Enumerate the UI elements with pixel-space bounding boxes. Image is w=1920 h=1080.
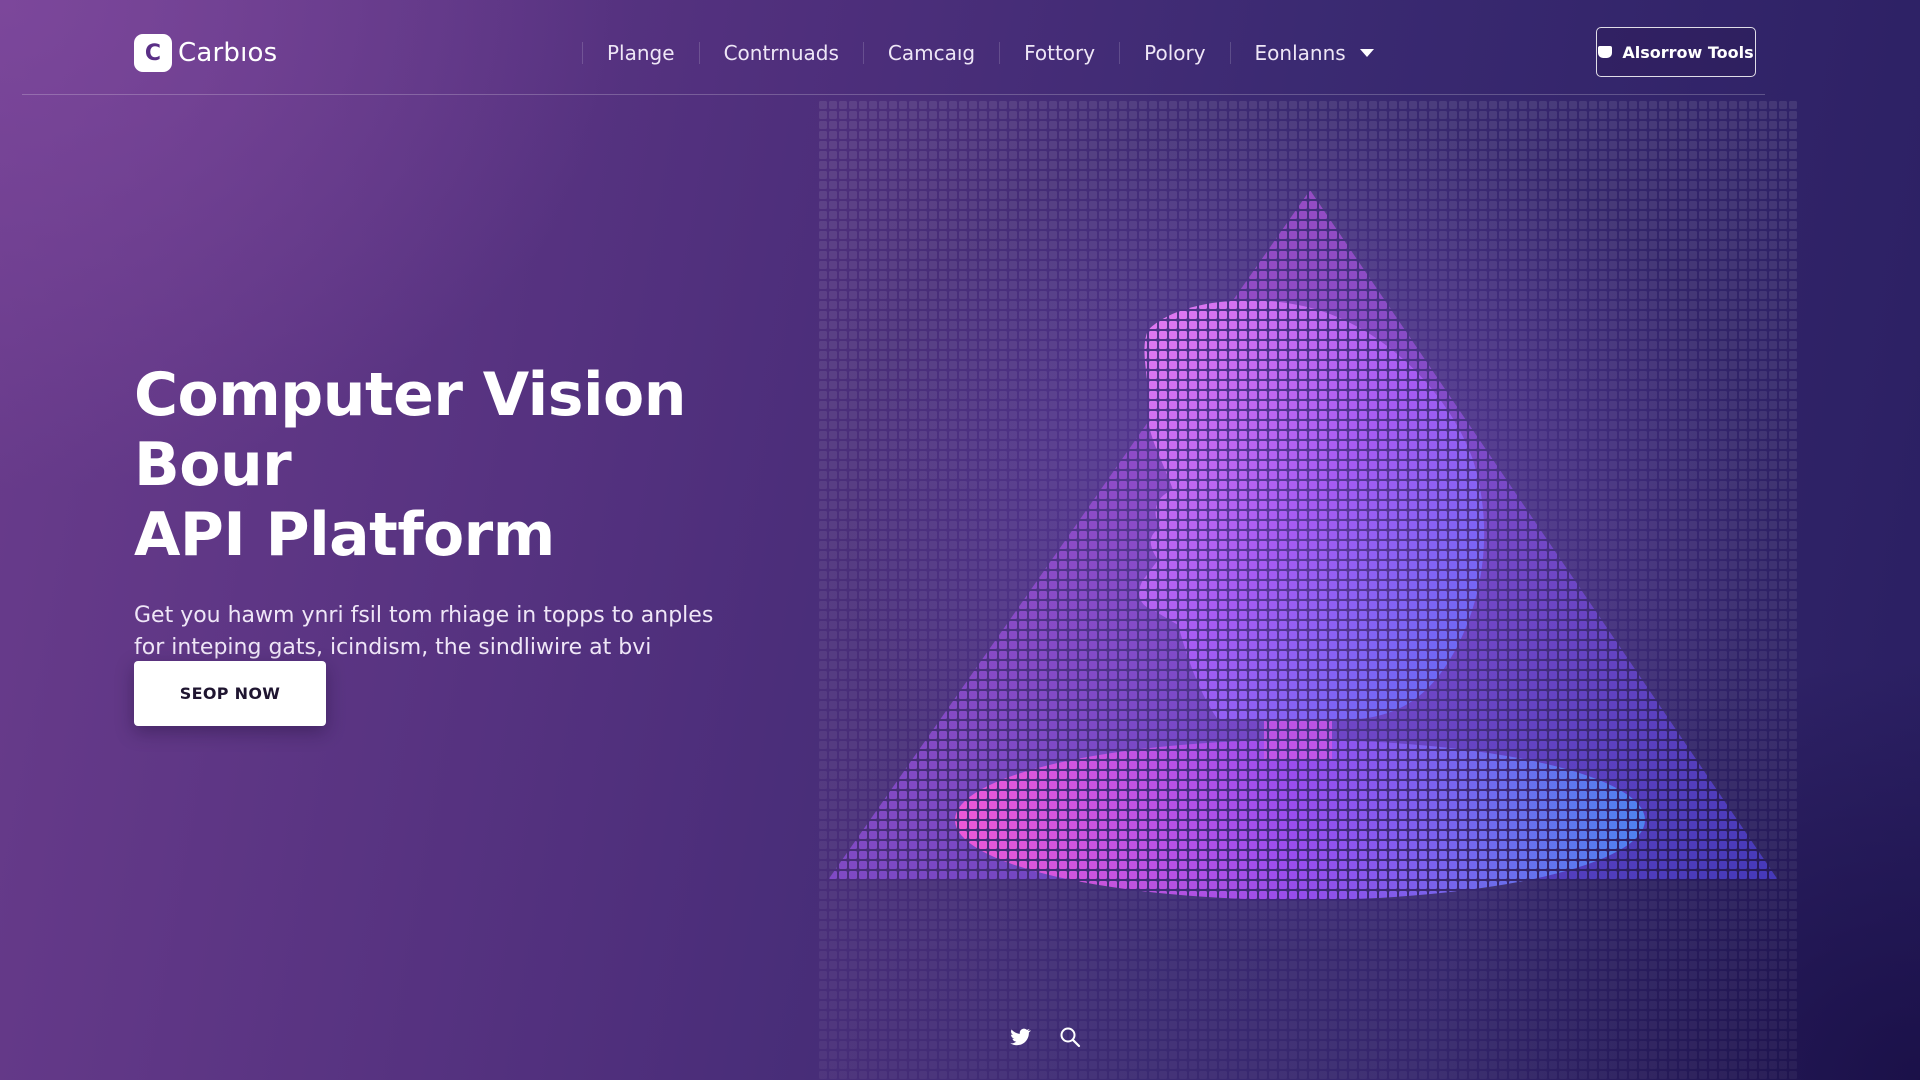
- shop-now-button[interactable]: SEOP NOW: [134, 661, 326, 726]
- brand-name: Carbıos: [178, 38, 278, 68]
- nav-item-plange[interactable]: Plange: [582, 42, 699, 64]
- pixelated-head-illustration: [818, 100, 1798, 1080]
- hero-title-line2: API Platform: [134, 500, 555, 570]
- chevron-down-icon: [1359, 49, 1374, 57]
- brand-logo[interactable]: C Carbıos: [134, 34, 277, 72]
- base-disc: [955, 740, 1645, 900]
- tools-button-label: Alsorrow Tools: [1622, 42, 1754, 62]
- nav-item-eonlanns-label: Eonlanns: [1254, 41, 1346, 65]
- nav-item-contrnuads[interactable]: Contrnuads: [698, 42, 863, 64]
- logo-mark-icon: C: [134, 34, 172, 72]
- search-icon[interactable]: [1058, 1025, 1082, 1049]
- hero-title: Computer Vision Bour API Platform: [134, 360, 834, 570]
- footer-icons: [1008, 1025, 1082, 1049]
- shield-icon: [1598, 46, 1613, 58]
- main-nav: Plange Contrnuads Camcaıg Fottory Polory…: [582, 36, 1398, 70]
- hero-title-line1: Computer Vision Bour: [134, 360, 686, 500]
- top-navbar: C Carbıos Plange Contrnuads Camcaıg Fott…: [22, 0, 1765, 95]
- nav-item-camcaig[interactable]: Camcaıg: [862, 42, 999, 64]
- landing-page: C Carbıos Plange Contrnuads Camcaıg Fott…: [0, 0, 1920, 1080]
- twitter-icon[interactable]: [1008, 1025, 1032, 1049]
- tools-button[interactable]: Alsorrow Tools: [1596, 27, 1756, 77]
- nav-item-polory[interactable]: Polory: [1119, 42, 1229, 64]
- hero-illustration: [818, 100, 1798, 1080]
- nav-item-eonlanns-dropdown[interactable]: Eonlanns: [1229, 41, 1398, 65]
- nav-item-fottory[interactable]: Fottory: [999, 42, 1119, 64]
- hero-section: Computer Vision Bour API Platform Get yo…: [134, 360, 834, 696]
